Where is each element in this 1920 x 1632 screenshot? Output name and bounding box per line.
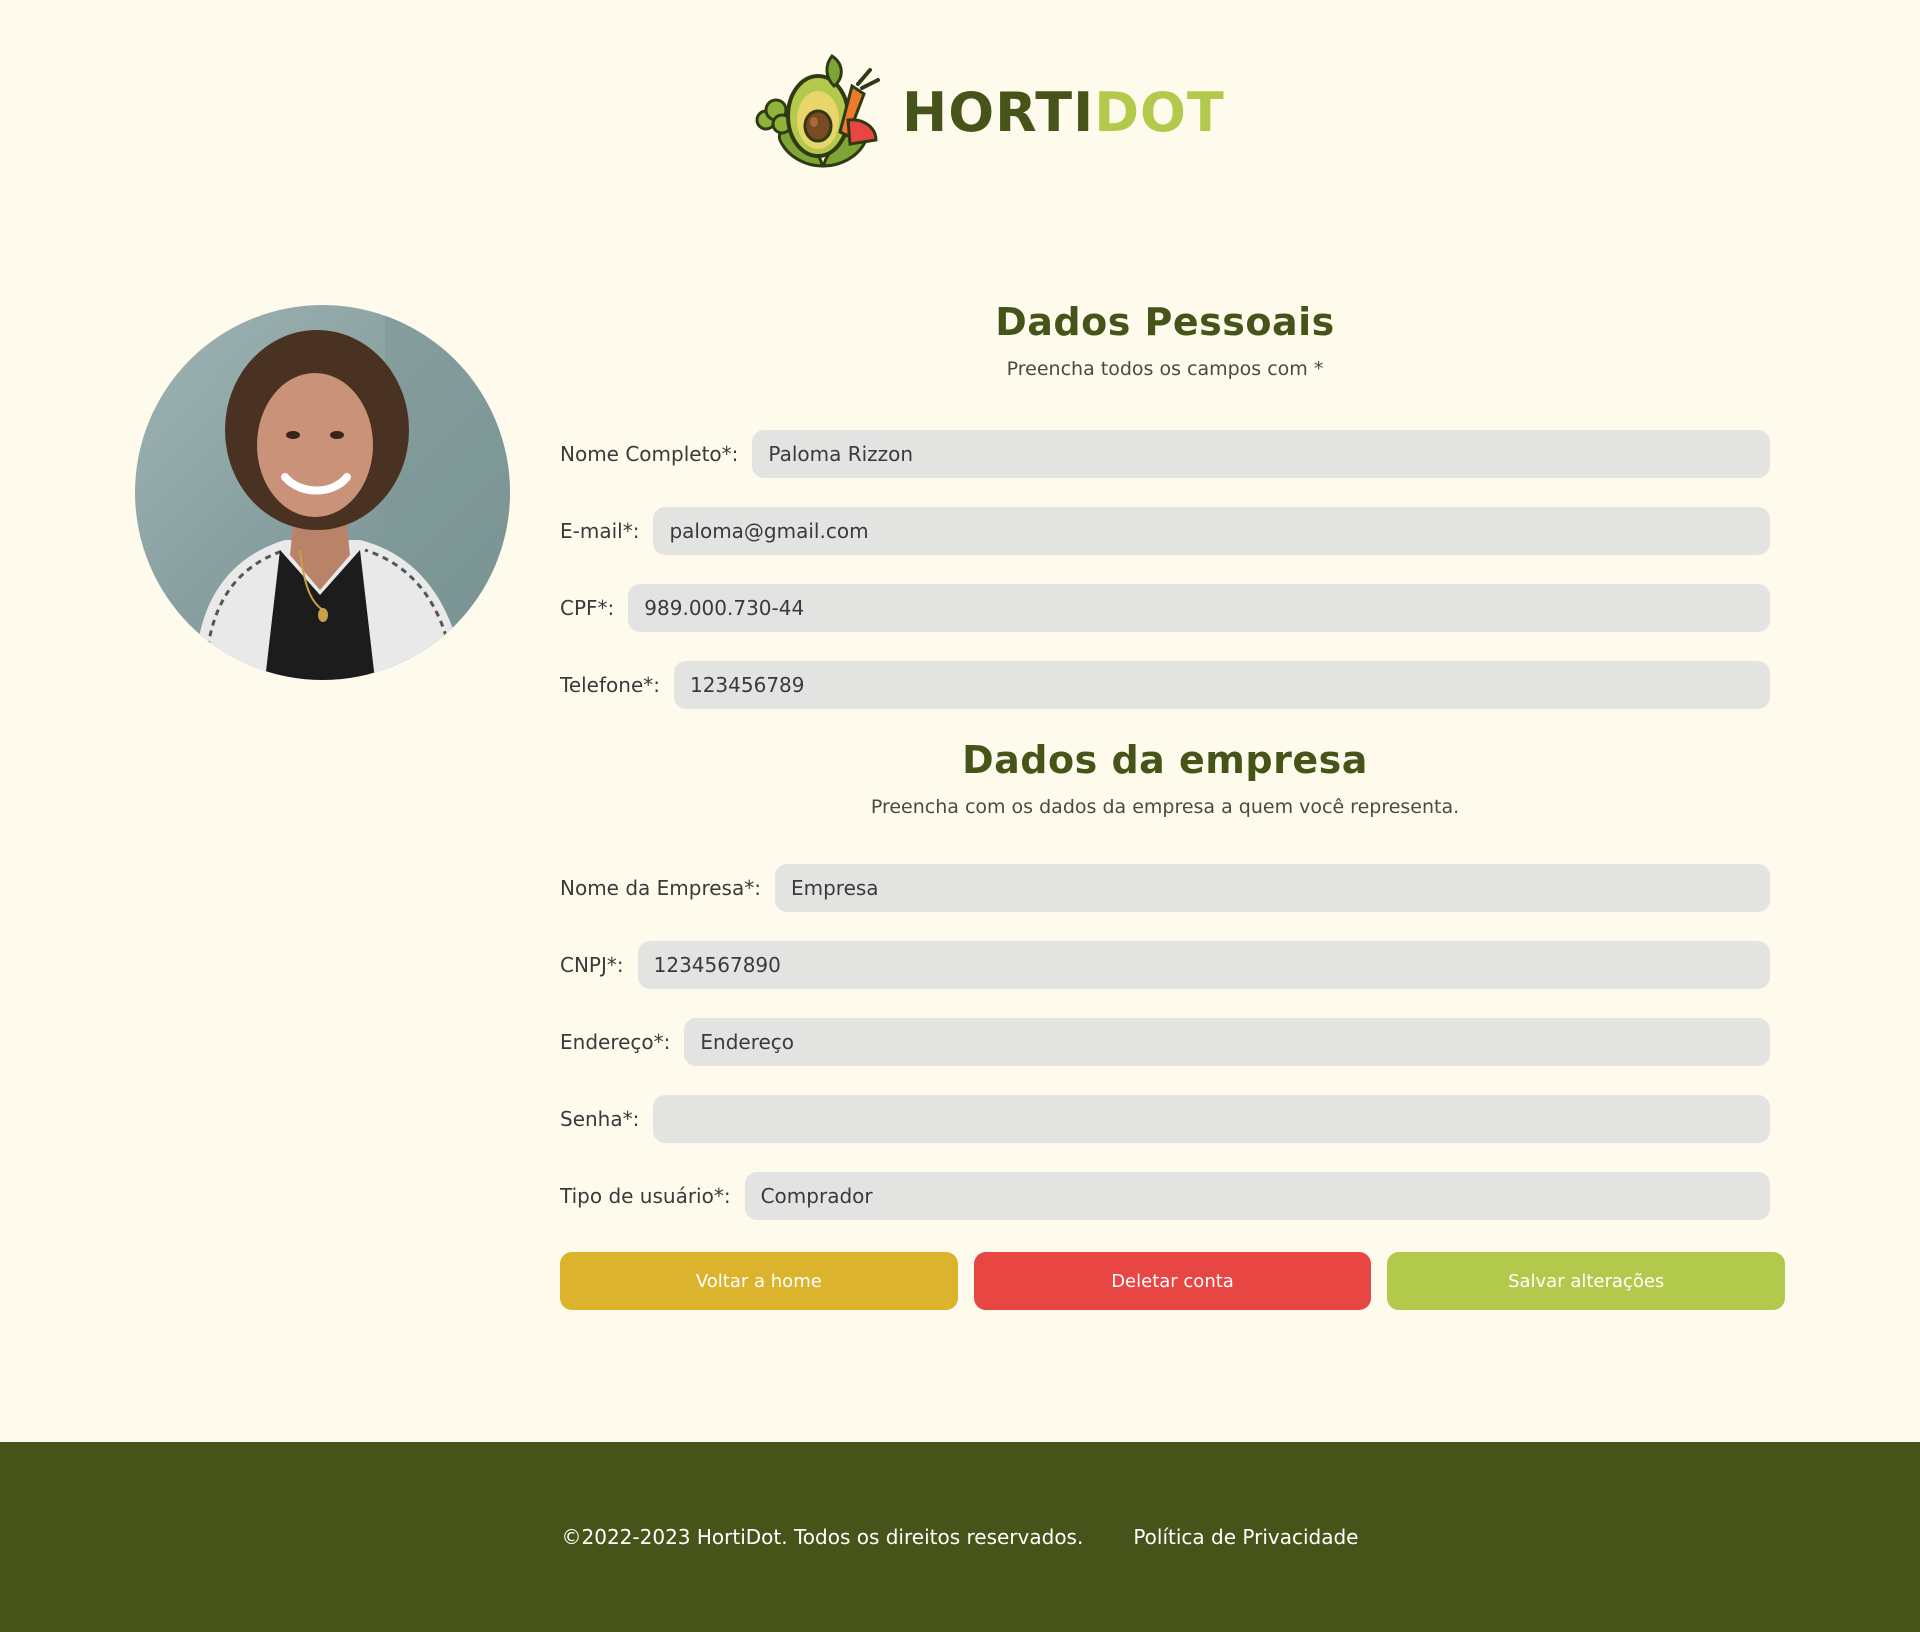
phone-label: Telefone*: (560, 673, 660, 697)
footer: ©2022-2023 HortiDot. Todos os direitos r… (0, 1442, 1920, 1632)
address-label: Endereço*: (560, 1030, 671, 1054)
full-name-input[interactable]: Paloma Rizzon (752, 430, 1770, 478)
header: HORTIDOT (0, 0, 1920, 230)
company-name-input[interactable]: Empresa (774, 864, 1770, 912)
cnpj-input[interactable]: 1234567890 (637, 941, 1770, 989)
back-home-button[interactable]: Voltar a home (560, 1252, 958, 1310)
field-company-name: Nome da Empresa*: Empresa (560, 864, 1770, 912)
vegetable-logo-icon (755, 53, 880, 168)
delete-account-button[interactable]: Deletar conta (973, 1252, 1372, 1310)
cpf-input[interactable]: 989.000.730-44 (628, 584, 1770, 632)
personal-section-title: Dados Pessoais (995, 300, 1335, 344)
profile-avatar[interactable] (135, 305, 510, 680)
email-input[interactable]: paloma@gmail.com (653, 507, 1770, 555)
field-email: E-mail*: paloma@gmail.com (560, 507, 1770, 555)
password-label: Senha*: (560, 1107, 640, 1131)
brand-name-part2: DOT (1094, 80, 1225, 144)
brand-name: HORTIDOT (902, 81, 1225, 144)
user-type-label: Tipo de usuário*: (560, 1184, 731, 1208)
personal-section-subtitle: Preencha todos os campos com * (1006, 358, 1324, 380)
cnpj-label: CNPJ*: (560, 953, 624, 977)
password-input[interactable] (653, 1095, 1770, 1143)
field-user-type: Tipo de usuário*: Comprador (560, 1172, 1770, 1220)
profile-form: Dados Pessoais Preencha todos os campos … (560, 300, 1786, 1310)
phone-input[interactable]: 123456789 (673, 661, 1770, 709)
brand-name-part1: HORTI (902, 80, 1095, 144)
field-full-name: Nome Completo*: Paloma Rizzon (560, 430, 1770, 478)
profile-photo (135, 305, 510, 680)
address-input[interactable]: Endereço (684, 1018, 1770, 1066)
user-type-input[interactable]: Comprador (744, 1172, 1770, 1220)
company-section-subtitle: Preencha com os dados da empresa a quem … (870, 796, 1460, 818)
company-fields: Nome da Empresa*: Empresa CNPJ*: 1234567… (560, 864, 1785, 1220)
action-buttons: Voltar a home Deletar conta Salvar alter… (560, 1252, 1786, 1310)
full-name-label: Nome Completo*: (560, 442, 739, 466)
personal-fields: Nome Completo*: Paloma Rizzon E-mail*: p… (560, 430, 1785, 709)
company-section-title: Dados da empresa (962, 738, 1368, 782)
copyright-text: ©2022-2023 HortiDot. Todos os direitos r… (561, 1525, 1084, 1549)
company-name-label: Nome da Empresa*: (560, 876, 761, 900)
field-phone: Telefone*: 123456789 (560, 661, 1770, 709)
save-changes-button[interactable]: Salvar alterações (1387, 1252, 1786, 1310)
field-password: Senha*: (560, 1095, 1770, 1143)
field-cnpj: CNPJ*: 1234567890 (560, 941, 1770, 989)
field-address: Endereço*: Endereço (560, 1018, 1770, 1066)
email-label: E-mail*: (560, 519, 640, 543)
field-cpf: CPF*: 989.000.730-44 (560, 584, 1770, 632)
logo[interactable]: HORTIDOT (752, 48, 1225, 176)
cpf-label: CPF*: (560, 596, 615, 620)
privacy-policy-link[interactable]: Política de Privacidade (1133, 1525, 1358, 1549)
